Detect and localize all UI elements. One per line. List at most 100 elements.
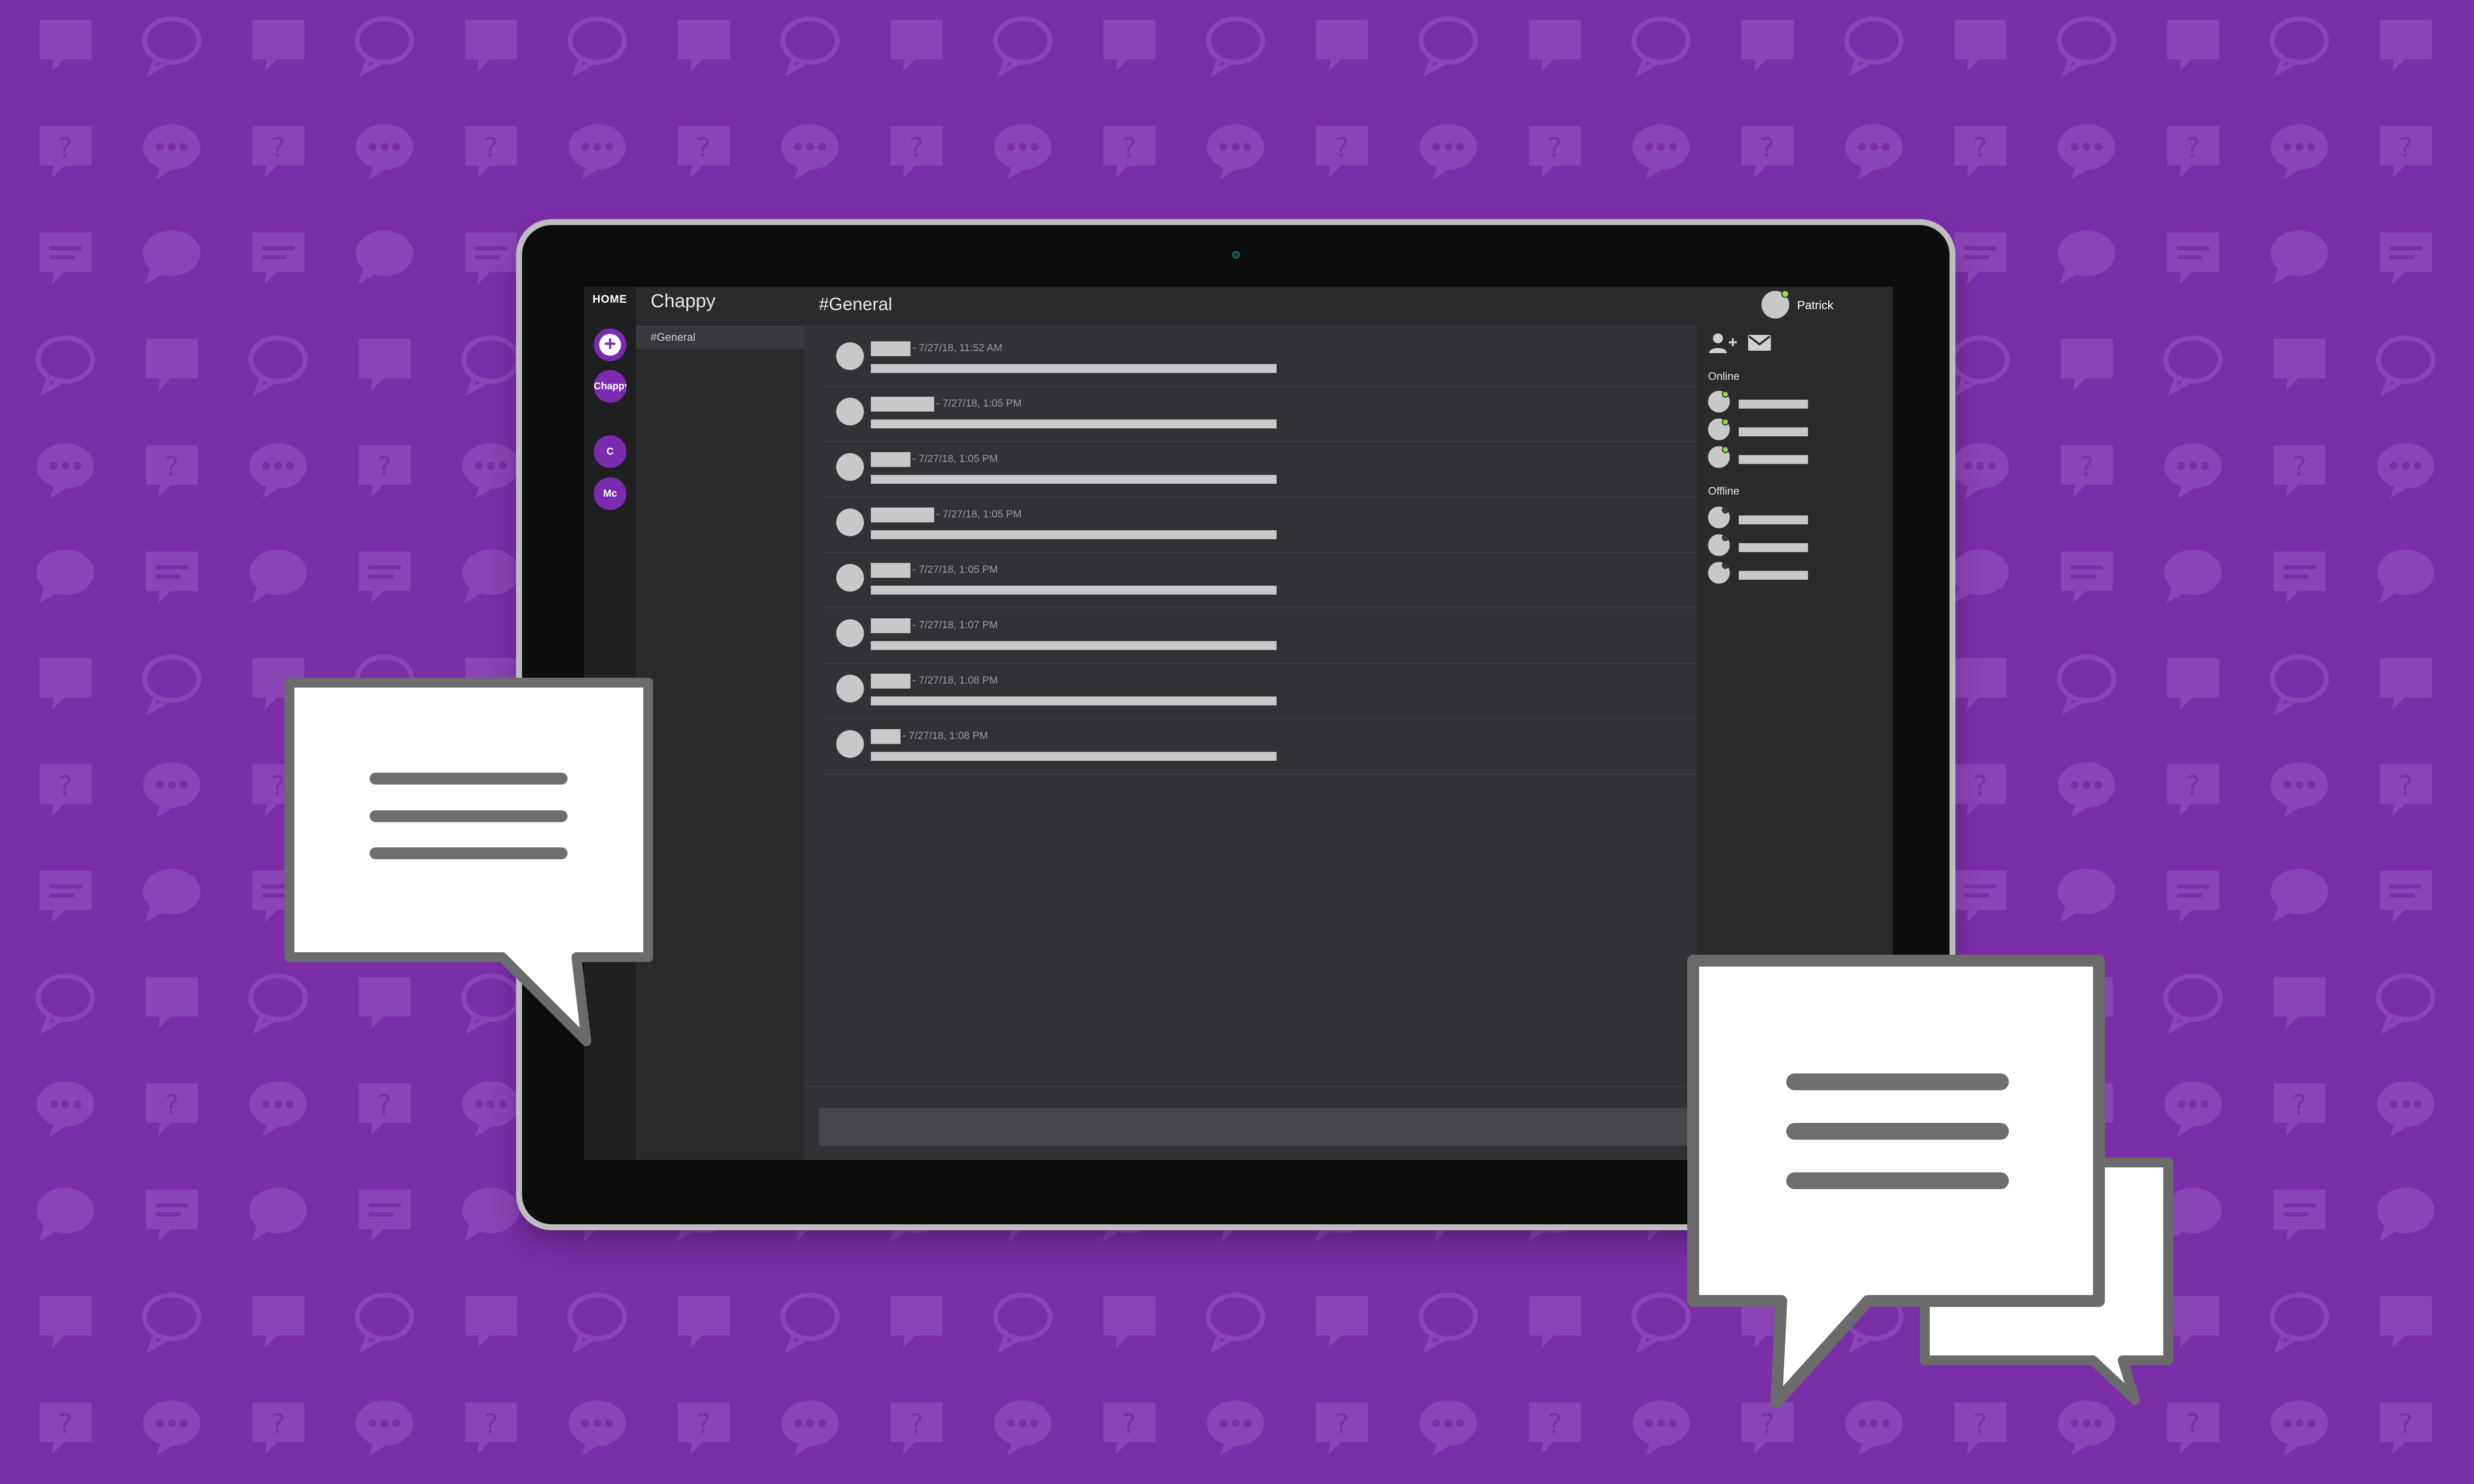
avatar[interactable] — [836, 619, 864, 647]
pattern-dots-bubble-icon — [2164, 443, 2222, 499]
message-row[interactable]: - 7/27/18, 1:05 PM — [821, 442, 1697, 498]
server-title: Chappy — [651, 291, 715, 312]
svg-text:?: ? — [271, 1408, 285, 1439]
pattern-q-bubble-icon: ? — [1954, 764, 2006, 816]
current-user-name: Patrick — [1797, 299, 1834, 312]
message-row[interactable]: - 7/27/18, 11:52 AM — [821, 331, 1697, 387]
svg-text:?: ? — [1335, 1408, 1349, 1439]
add-user-icon[interactable] — [1708, 332, 1738, 354]
pattern-dots-bubble-icon — [1632, 124, 1690, 180]
avatar[interactable] — [836, 453, 864, 481]
pattern-dots-bubble-icon — [356, 124, 413, 180]
svg-text:?: ? — [378, 451, 392, 482]
avatar[interactable] — [836, 564, 864, 592]
svg-text:?: ? — [484, 132, 498, 163]
pattern-outline-bubble-icon — [1206, 1293, 1265, 1353]
online-member[interactable] — [1708, 446, 1827, 471]
online-member[interactable] — [1708, 418, 1827, 443]
home-button[interactable]: HOME — [584, 293, 636, 306]
message-row[interactable]: - 7/27/18, 1:05 PM — [821, 387, 1697, 442]
pattern-round-bubble-icon — [143, 869, 200, 923]
member-name-placeholder — [1739, 571, 1808, 580]
message-row[interactable]: - 7/27/18, 1:08 PM — [821, 664, 1697, 719]
pattern-dots-bubble-icon — [1207, 1400, 1264, 1456]
pattern-dots-bubble-icon — [2271, 124, 2328, 180]
pattern-outline-bubble-icon — [1419, 16, 1478, 77]
pattern-dots-bubble-icon — [569, 1400, 626, 1456]
mail-icon[interactable] — [1748, 334, 1771, 351]
add-server-button[interactable]: + — [594, 328, 626, 361]
status-dot — [1722, 446, 1729, 453]
svg-text:?: ? — [2292, 1089, 2307, 1120]
message-row[interactable]: - 7/27/18, 1:08 PM — [821, 719, 1697, 775]
online-member[interactable] — [1708, 391, 1827, 416]
pattern-outline-bubble-icon — [2057, 16, 2116, 77]
server-item-mc[interactable]: Mc — [594, 477, 626, 510]
svg-text:?: ? — [1973, 132, 1988, 163]
message-timestamp: - 7/27/18, 1:05 PM — [912, 453, 998, 464]
offline-member[interactable] — [1708, 562, 1827, 587]
author-name-placeholder[interactable] — [871, 674, 910, 689]
svg-text:?: ? — [1548, 132, 1562, 163]
channel-sidebar: Chappy #General — [636, 287, 804, 1160]
message-row[interactable]: - 7/27/18, 1:07 PM — [821, 608, 1697, 664]
author-name-placeholder[interactable] — [871, 452, 910, 467]
message-row[interactable]: - 7/27/18, 1:05 PM — [821, 498, 1697, 553]
avatar[interactable] — [836, 730, 864, 758]
pattern-rect-bubble-icon — [1742, 20, 1794, 72]
author-name-placeholder[interactable] — [871, 508, 934, 522]
pattern-dots-bubble-icon — [1420, 1400, 1477, 1456]
avatar[interactable] — [836, 675, 864, 702]
server-item-chappy[interactable]: Chappy — [594, 370, 626, 403]
pattern-outline-bubble-icon — [1206, 16, 1265, 77]
svg-text:?: ? — [2080, 451, 2094, 482]
svg-text:?: ? — [2399, 1408, 2413, 1439]
offline-member[interactable] — [1708, 534, 1827, 559]
member-name-placeholder — [1739, 543, 1808, 552]
message-timestamp: - 7/27/18, 1:05 PM — [936, 509, 1022, 520]
author-name-placeholder[interactable] — [871, 563, 910, 578]
author-name-placeholder[interactable] — [871, 397, 934, 412]
server-item-c[interactable]: C — [594, 435, 626, 468]
pattern-rect-bubble-icon — [146, 339, 198, 391]
pattern-q-bubble-icon: ? — [1529, 126, 1581, 178]
pattern-rect-bubble-icon — [465, 20, 517, 72]
avatar[interactable] — [836, 509, 864, 536]
message-row[interactable]: - 7/27/18, 1:05 PM — [821, 553, 1697, 608]
pattern-dots-bubble-icon — [143, 1400, 200, 1456]
avatar[interactable] — [836, 398, 864, 425]
pattern-q-bubble-icon: ? — [891, 1402, 943, 1454]
member-name-placeholder — [1739, 400, 1808, 409]
pattern-dots-bubble-icon — [249, 1081, 307, 1137]
pattern-round-bubble-icon — [462, 1188, 520, 1242]
svg-text:?: ? — [58, 770, 73, 801]
pattern-lines-bubble-icon — [40, 871, 92, 923]
pattern-lines-bubble-icon — [2380, 232, 2432, 284]
pattern-dots-bubble-icon — [462, 443, 520, 499]
channel-item-general[interactable]: #General — [636, 325, 804, 349]
message-input[interactable] — [819, 1108, 1690, 1146]
avatar[interactable] — [836, 342, 864, 370]
status-dot — [1722, 534, 1729, 541]
member-name-placeholder — [1739, 427, 1808, 436]
author-name-placeholder[interactable] — [871, 341, 910, 356]
member-name-placeholder — [1739, 515, 1808, 524]
pattern-round-bubble-icon — [143, 231, 200, 284]
pattern-round-bubble-icon — [37, 550, 94, 603]
pattern-rect-bubble-icon — [1103, 20, 1155, 72]
author-name-placeholder[interactable] — [871, 618, 910, 633]
pattern-q-bubble-icon: ? — [2274, 445, 2326, 497]
pattern-rect-bubble-icon — [40, 658, 92, 710]
pattern-outline-bubble-icon — [142, 654, 201, 715]
svg-text:?: ? — [2399, 770, 2413, 801]
author-name-placeholder[interactable] — [871, 729, 901, 744]
channel-title: #General — [819, 294, 893, 314]
pattern-round-bubble-icon — [2058, 231, 2115, 284]
pattern-lines-bubble-icon — [252, 232, 304, 284]
offline-member[interactable] — [1708, 507, 1827, 531]
pattern-round-bubble-icon — [37, 1188, 94, 1242]
message-text-placeholder — [871, 364, 1277, 373]
pattern-q-bubble-icon: ? — [146, 1083, 198, 1135]
pattern-q-bubble-icon: ? — [1103, 126, 1155, 178]
pattern-lines-bubble-icon — [40, 232, 92, 284]
